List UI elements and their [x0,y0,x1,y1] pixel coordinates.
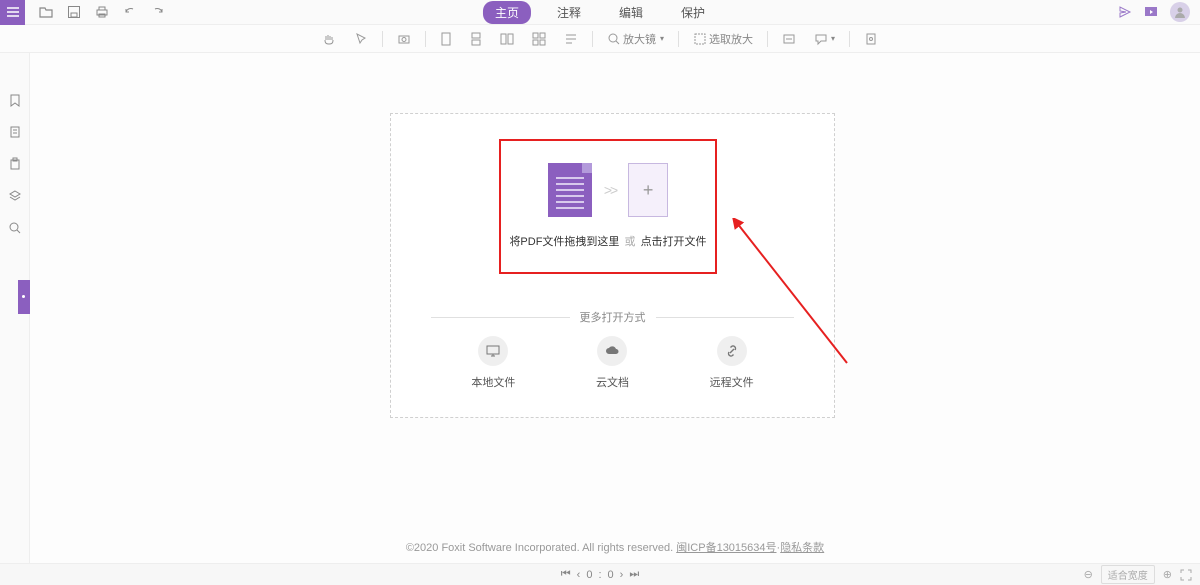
prev-page-icon[interactable]: ‹ [577,569,581,581]
open-icon[interactable] [39,5,53,19]
status-bar: ⏮ ‹ 0 : 0 › ⏭ ⊖ 适合宽度 ⊕ [0,563,1200,585]
tab-protect[interactable]: 保护 [669,1,717,24]
magnifier-tool[interactable]: 放大镜 ▾ [603,31,668,47]
more-open-divider: 更多打开方式 [431,309,794,325]
sidebar-collapse-handle[interactable] [18,280,30,314]
open-remote-button[interactable]: 远程文件 [710,336,754,390]
zoom-mode[interactable]: 适合宽度 [1101,565,1155,584]
print-icon[interactable] [95,5,109,19]
attachment-icon[interactable] [860,32,882,46]
add-file-box[interactable]: + [628,163,668,217]
arrow-right-icon: >> [604,182,616,198]
drop-drag-label: 将PDF文件拖拽到这里 [509,236,619,248]
page-navigator: ⏮ ‹ 0 : 0 › ⏭ [561,568,639,581]
status-right: ⊖ 适合宽度 ⊕ [1084,565,1192,584]
cloud-icon [597,336,627,366]
tab-annotate[interactable]: 注释 [545,1,593,24]
bookmarks-icon[interactable] [8,93,22,107]
separator [382,31,383,47]
drop-text: 将PDF文件拖拽到这里 或 点击打开文件 [509,233,706,249]
magnifier-label: 放大镜 [623,31,656,47]
continuous-facing-icon[interactable] [528,32,550,46]
pdf-document-icon [548,163,592,217]
separator [767,31,768,47]
presentation-icon[interactable] [1144,5,1158,19]
first-page-icon[interactable]: ⏮ [561,568,571,581]
separator [678,31,679,47]
title-bar: 主页 注释 编辑 保护 [0,0,1200,25]
note-icon[interactable]: ▾ [810,32,839,46]
clipboard-icon[interactable] [8,157,22,171]
last-page-icon[interactable]: ⏭ [629,568,639,581]
page-current: 0 [586,569,592,581]
snapshot-icon[interactable] [393,32,415,46]
page-total: 0 [608,569,614,581]
layers-icon[interactable] [8,189,22,203]
pages-icon[interactable] [8,125,22,139]
copyright-text: ©2020 Foxit Software Incorporated. All r… [406,542,673,554]
start-page: >> + 将PDF文件拖拽到这里 或 点击打开文件 更多打开方式 本地文件 云文… [30,53,1200,563]
app-menu-button[interactable] [0,0,25,25]
drop-zone-highlight: >> + 将PDF文件拖拽到这里 或 点击打开文件 [499,139,717,274]
marquee-zoom-tool[interactable]: 选取放大 [689,31,757,47]
drop-or-label: 或 [625,236,636,248]
separator [425,31,426,47]
typewriter-icon[interactable] [778,32,800,46]
separator [849,31,850,47]
search-icon[interactable] [8,221,22,235]
topbar-right [1118,2,1190,22]
drop-click-link[interactable]: 点击打开文件 [641,236,707,248]
user-avatar[interactable] [1170,2,1190,22]
ribbon-toolbar: 放大镜 ▾ 选取放大 ▾ [0,25,1200,53]
open-remote-label: 远程文件 [710,374,754,390]
hand-tool-icon[interactable] [318,32,340,46]
open-cloud-button[interactable]: 云文档 [596,336,629,390]
continuous-page-icon[interactable] [466,32,486,46]
zoom-in-icon[interactable]: ⊕ [1163,568,1172,581]
single-page-icon[interactable] [436,32,456,46]
redo-icon[interactable] [151,5,165,19]
reflow-icon[interactable] [560,32,582,46]
drop-zone[interactable]: >> + [548,163,668,217]
save-icon[interactable] [67,5,81,19]
open-local-label: 本地文件 [471,374,515,390]
separator [592,31,593,47]
start-card: >> + 将PDF文件拖拽到这里 或 点击打开文件 更多打开方式 本地文件 云文… [390,113,835,418]
monitor-icon [478,336,508,366]
marquee-zoom-label: 选取放大 [709,31,753,47]
privacy-link[interactable]: 隐私条款 [780,542,824,554]
tab-edit[interactable]: 编辑 [607,1,655,24]
open-cloud-label: 云文档 [596,374,629,390]
link-icon [717,336,747,366]
chevron-down-icon: ▾ [660,34,664,43]
open-local-button[interactable]: 本地文件 [471,336,515,390]
tab-home[interactable]: 主页 [483,1,531,24]
copyright: ©2020 Foxit Software Incorporated. All r… [30,539,1200,555]
icp-link[interactable]: 闽ICP备13015634号 [676,542,776,554]
share-icon[interactable] [1118,5,1132,19]
zoom-out-icon[interactable]: ⊖ [1084,568,1093,581]
ribbon-tabs: 主页 注释 编辑 保护 [483,1,717,24]
quick-access-toolbar [39,5,165,19]
next-page-icon[interactable]: › [620,569,624,581]
open-options: 本地文件 云文档 远程文件 [391,336,834,390]
fullscreen-icon[interactable] [1180,569,1192,581]
more-open-label: 更多打开方式 [580,309,646,325]
select-tool-icon[interactable] [350,32,372,46]
facing-page-icon[interactable] [496,32,518,46]
undo-icon[interactable] [123,5,137,19]
